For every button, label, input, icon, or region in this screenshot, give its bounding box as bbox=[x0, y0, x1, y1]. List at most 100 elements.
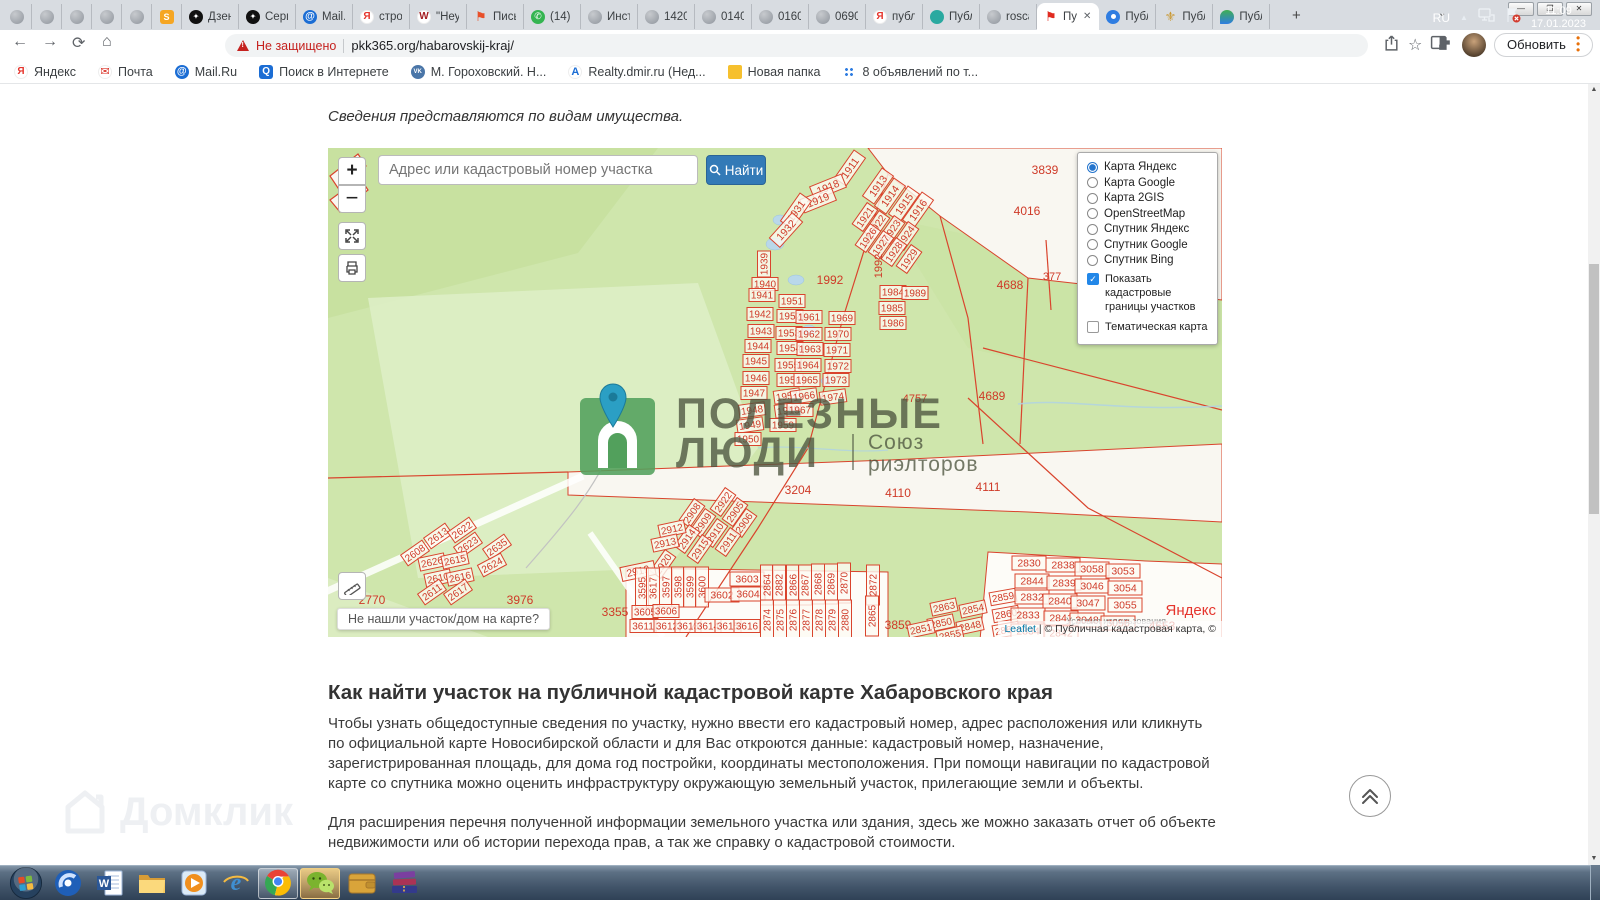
radio-icon[interactable] bbox=[1087, 193, 1098, 204]
print-button[interactable] bbox=[338, 254, 366, 282]
taskbar-explorer-icon[interactable] bbox=[132, 868, 172, 899]
profile-avatar[interactable] bbox=[1462, 33, 1486, 57]
layer-checkbox[interactable]: Тематическая карта bbox=[1087, 321, 1208, 335]
home-icon[interactable]: ⌂ bbox=[102, 33, 112, 51]
address-bar[interactable]: Не защищено pkk365.org/habarovskij-kraj/ bbox=[225, 34, 1368, 57]
tab[interactable]: ⚜Публи bbox=[1156, 4, 1213, 29]
tab[interactable]: Публи bbox=[1213, 4, 1270, 29]
taskbar-wechat-icon[interactable] bbox=[300, 868, 340, 899]
page-scrollbar[interactable]: ▲ ▼ bbox=[1588, 84, 1600, 865]
layer-option[interactable]: OpenStreetMap bbox=[1087, 208, 1208, 220]
not-found-tooltip[interactable]: Не нашли участок/дом на карте? bbox=[337, 608, 550, 630]
tab[interactable]: Публи bbox=[1099, 4, 1156, 29]
radio-icon[interactable] bbox=[1087, 224, 1098, 235]
tab[interactable] bbox=[62, 4, 92, 29]
back-icon[interactable]: ← bbox=[12, 33, 28, 51]
cadastral-map[interactable]: 1911191319141915191619181919193119321921… bbox=[328, 148, 1222, 637]
tab[interactable]: roscad bbox=[980, 4, 1037, 29]
taskbar-start-button[interactable] bbox=[6, 868, 46, 899]
new-tab-button[interactable]: + bbox=[1292, 7, 1301, 24]
tray-expand-icon[interactable]: ▲ bbox=[1460, 13, 1468, 22]
taskbar-chrome-icon[interactable] bbox=[258, 868, 298, 899]
map-marker-pin[interactable] bbox=[598, 382, 628, 430]
taskbar-winrar-icon[interactable] bbox=[384, 868, 424, 899]
map-search-button[interactable]: Найти bbox=[706, 155, 766, 185]
tab[interactable] bbox=[92, 4, 122, 29]
bookmark-item[interactable]: ARealty.dmir.ru (Нед... bbox=[568, 65, 705, 79]
tab[interactable]: W"Неуд" bbox=[410, 4, 467, 29]
taskbar-clock[interactable]: 11:0917.01.2023 bbox=[1531, 5, 1586, 31]
share-icon[interactable] bbox=[1383, 35, 1400, 57]
radio-icon[interactable] bbox=[1087, 162, 1098, 173]
tab[interactable]: 01405 bbox=[695, 4, 752, 29]
cadastral-search-input[interactable] bbox=[378, 155, 698, 185]
tab[interactable]: ⚑Письм bbox=[467, 4, 524, 29]
measure-ruler-button[interactable] bbox=[338, 572, 366, 600]
tab[interactable]: Япубли bbox=[866, 4, 923, 29]
map-watermark-sub2: риэлторов bbox=[868, 453, 979, 477]
parcel-label: 2868 bbox=[812, 564, 825, 604]
yandex-logo[interactable]: Яндекс bbox=[1166, 602, 1216, 619]
side-panel-icon[interactable] bbox=[1430, 34, 1447, 56]
tab[interactable]: 06903 bbox=[809, 4, 866, 29]
taskbar-wallet-icon[interactable] bbox=[342, 868, 382, 899]
tab[interactable] bbox=[32, 4, 62, 29]
zoom-in-button[interactable]: + bbox=[338, 157, 366, 185]
radio-icon[interactable] bbox=[1087, 239, 1098, 250]
zoom-out-button[interactable]: − bbox=[338, 185, 366, 213]
parcel-label: 1985 bbox=[879, 302, 905, 315]
bookmark-star-icon[interactable]: ☆ bbox=[1408, 35, 1422, 55]
bookmark-item[interactable]: QПоиск в Интернете bbox=[259, 65, 389, 79]
tab[interactable]: 01604 bbox=[752, 4, 809, 29]
layer-option[interactable]: Карта 2GIS bbox=[1087, 192, 1208, 204]
layer-checkbox[interactable]: ✓Показать кадастровые границы участков bbox=[1087, 273, 1208, 314]
taskbar-browser-blue-icon[interactable] bbox=[48, 868, 88, 899]
bookmark-item[interactable]: ЯЯндекс bbox=[14, 65, 76, 79]
scrollbar-thumb[interactable] bbox=[1589, 264, 1599, 514]
browser-menu-icon[interactable]: ••• bbox=[1576, 35, 1580, 53]
checkbox-icon[interactable] bbox=[1087, 321, 1099, 333]
bookmark-item[interactable]: Новая папка bbox=[728, 65, 821, 79]
scroll-to-top-button[interactable] bbox=[1349, 775, 1391, 817]
show-desktop-button[interactable] bbox=[1590, 865, 1600, 900]
tab[interactable] bbox=[122, 4, 152, 29]
taskbar-wmp-icon[interactable] bbox=[174, 868, 214, 899]
tab[interactable]: @Mail.ru bbox=[296, 4, 353, 29]
tab[interactable]: Инстр bbox=[581, 4, 638, 29]
tab[interactable]: ✦Дзен bbox=[182, 4, 239, 29]
taskbar-word-icon[interactable]: W bbox=[90, 868, 130, 899]
tab-close-icon[interactable]: ✕ bbox=[1082, 11, 1092, 22]
tab-active[interactable]: ⚑Пу✕ bbox=[1037, 3, 1099, 30]
layer-option[interactable]: Карта Яндекс bbox=[1087, 161, 1208, 173]
fullscreen-button[interactable] bbox=[338, 222, 366, 250]
scrollbar-up-arrow[interactable]: ▲ bbox=[1588, 84, 1600, 96]
forward-icon[interactable]: → bbox=[42, 33, 58, 51]
tab[interactable]: ✦Серге bbox=[239, 4, 296, 29]
scrollbar-down-arrow[interactable]: ▼ bbox=[1588, 853, 1600, 865]
radio-icon[interactable] bbox=[1087, 208, 1098, 219]
tab[interactable] bbox=[2, 4, 32, 29]
bookmark-item[interactable]: ✉Почта bbox=[98, 65, 153, 79]
tab[interactable]: Публи bbox=[923, 4, 980, 29]
bookmark-item[interactable]: @Mail.Ru bbox=[175, 65, 237, 79]
tab[interactable]: Ястроит bbox=[353, 4, 410, 29]
radio-icon[interactable] bbox=[1087, 255, 1098, 266]
network-icon[interactable] bbox=[1478, 8, 1495, 28]
bookmark-item[interactable]: 8 объявлений по т... bbox=[842, 65, 978, 79]
layer-option[interactable]: Спутник Яндекс bbox=[1087, 223, 1208, 235]
tab[interactable]: ✆(14) W bbox=[524, 4, 581, 29]
layer-option[interactable]: Спутник Bing bbox=[1087, 254, 1208, 266]
taskbar-ie-icon[interactable]: e bbox=[216, 868, 256, 899]
action-center-flag-icon[interactable] bbox=[1505, 7, 1521, 28]
layer-option[interactable]: Спутник Google bbox=[1087, 239, 1208, 251]
vk-icon: VK bbox=[411, 65, 425, 79]
bookmark-item[interactable]: VKМ. Гороховский. Н... bbox=[411, 65, 547, 79]
leaflet-link[interactable]: Leaflet bbox=[1004, 623, 1036, 635]
layer-option[interactable]: Карта Google bbox=[1087, 177, 1208, 189]
language-indicator[interactable]: RU bbox=[1433, 11, 1450, 25]
reload-icon[interactable]: ⟳ bbox=[72, 33, 85, 53]
tab[interactable]: 14201 bbox=[638, 4, 695, 29]
tab[interactable]: S bbox=[152, 4, 182, 29]
checkbox-icon[interactable]: ✓ bbox=[1087, 273, 1099, 285]
radio-icon[interactable] bbox=[1087, 177, 1098, 188]
